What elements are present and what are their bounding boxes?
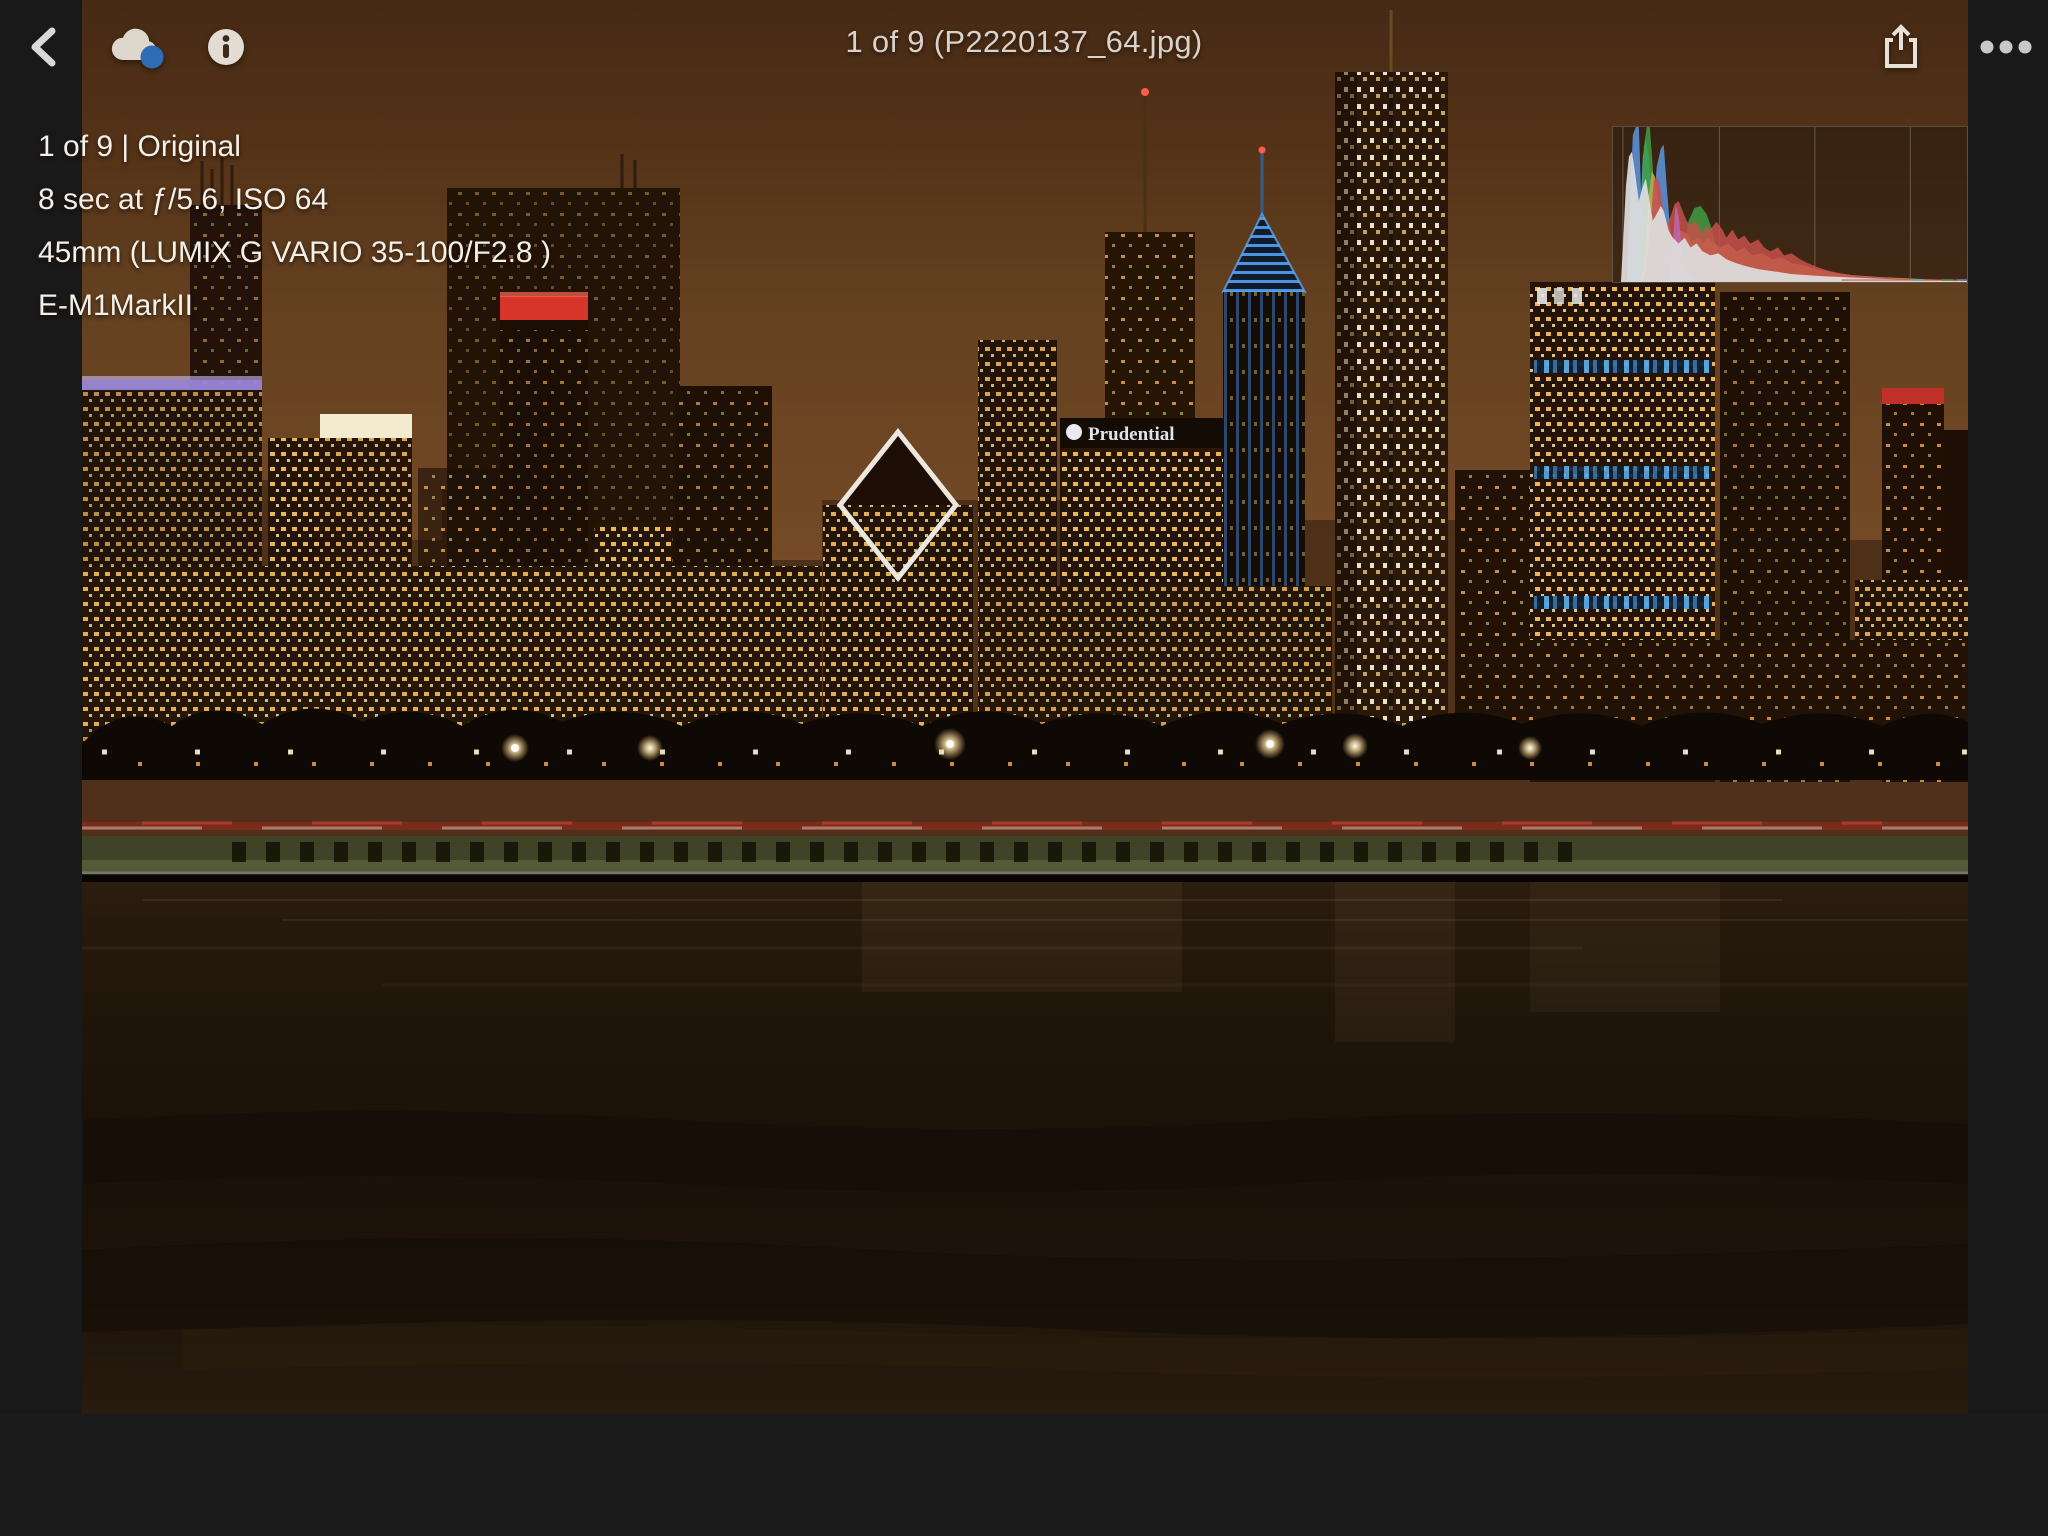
metadata-camera-line: E-M1MarkII (38, 279, 551, 332)
metadata-index-line: 1 of 9 | Original (38, 120, 551, 173)
building-aon-center (1335, 10, 1448, 772)
back-button[interactable] (22, 26, 64, 68)
sync-status-dot (141, 46, 164, 69)
info-circle-icon (206, 27, 246, 67)
water (82, 882, 1968, 1414)
chevron-left-icon (28, 27, 58, 67)
ellipsis-horizontal-icon (1979, 39, 2033, 55)
share-button[interactable] (1876, 22, 1926, 72)
metadata-lens-line: 45mm (LUMIX G VARIO 35-100/F2.8 ) (38, 226, 551, 279)
lightroom-app: Prudential (0, 0, 2048, 1536)
histogram-panel[interactable] (1612, 126, 1968, 283)
histogram-channels (1621, 127, 1967, 282)
bottom-toolbar: Filmstrip Crop (0, 1414, 2048, 1536)
right-rail (1968, 0, 2048, 1414)
cloud-sync-button[interactable] (108, 22, 168, 72)
metadata-exposure-line: 8 sec at ƒ/5.6, ISO 64 (38, 173, 551, 226)
share-icon (1879, 23, 1923, 71)
traffic-light-trails (82, 822, 1968, 830)
histogram-chart (1613, 127, 1967, 282)
metadata-overlay: 1 of 9 | Original 8 sec at ƒ/5.6, ISO 64… (38, 120, 551, 332)
prudential-sign-text: Prudential (1088, 424, 1175, 445)
park-strip (82, 836, 1968, 874)
more-options-button[interactable] (1978, 28, 2034, 66)
info-button[interactable] (204, 25, 248, 69)
cloud-sync-icon (109, 24, 167, 70)
